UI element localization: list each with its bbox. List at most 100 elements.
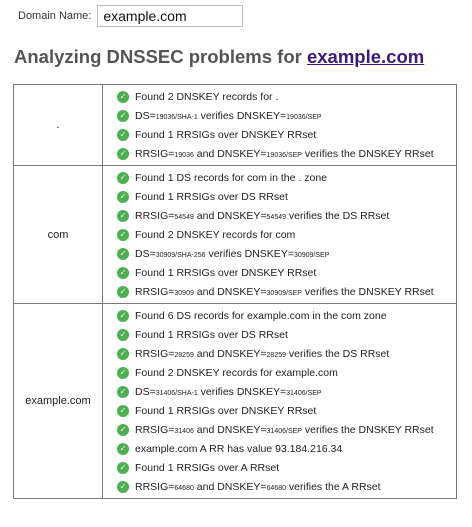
check-item: ✓ RRSIG=19036 and DNSKEY=19036/SEP verifi… xyxy=(117,144,456,163)
zone-name: com xyxy=(13,165,103,304)
zone-row: example.com ✓ Found 6 DS records for examp… xyxy=(13,303,457,499)
zone-row: . ✓ Found 2 DNSKEY records for . ✓ DS=19036/… xyxy=(13,84,457,166)
check-item: ✓ Found 2 DNSKEY records for example.com xyxy=(117,363,456,382)
check-circle-icon: ✓ xyxy=(117,228,129,241)
check-text-id: 30909/SHA-256 xyxy=(155,251,206,259)
check-text-part: and DNSKEY= xyxy=(193,209,267,222)
zone-checks: ✓ Found 1 DS records for com in the . zon… xyxy=(102,165,457,304)
check-text-id: 54549 xyxy=(266,213,286,221)
check-text-part: Found 2 DNSKEY records for example.com xyxy=(135,366,338,379)
check-text: Found 1 RRSIGs over DNSKEY RRset xyxy=(135,129,316,141)
check-text-id: 19036 xyxy=(174,151,194,159)
check-item: ✓ Found 1 RRSIGs over DNSKEY RRset xyxy=(117,401,456,420)
check-text-part: DS= xyxy=(135,385,156,398)
check-circle-icon: ✓ xyxy=(117,328,129,341)
check-text-part: and DNSKEY= xyxy=(193,480,267,493)
zone-checks: ✓ Found 6 DS records for example.com in t… xyxy=(102,303,457,499)
check-text: RRSIG=64680 and DNSKEY=64680 verifies th… xyxy=(135,481,381,493)
dnssec-results-table: . ✓ Found 2 DNSKEY records for . ✓ DS=19036/… xyxy=(13,84,457,499)
check-item: ✓ DS=31406/SHA-1 verifies DNSKEY=31406/SE… xyxy=(117,382,456,401)
check-text: DS=19036/SHA-1 verifies DNSKEY=19036/SEP xyxy=(135,110,322,122)
check-item: ✓ Found 2 DNSKEY records for . xyxy=(117,87,456,106)
check-circle-icon: ✓ xyxy=(117,109,129,122)
check-text-part: verifies the DS RRset xyxy=(286,209,390,222)
check-circle-icon: ✓ xyxy=(117,461,129,474)
check-item: ✓ Found 1 RRSIGs over DS RRset xyxy=(117,187,456,206)
check-text-part: verifies the DNSKEY RRset xyxy=(301,147,434,160)
check-text-part: example.com A RR has value 93.184.216.34 xyxy=(135,442,343,455)
check-circle-icon: ✓ xyxy=(117,266,129,279)
check-text-part: DS= xyxy=(135,247,156,260)
check-list: ✓ Found 2 DNSKEY records for . ✓ DS=19036/S… xyxy=(103,87,456,163)
check-text-id: 31406/SEP xyxy=(286,389,322,397)
check-list: ✓ Found 1 DS records for com in the . zon… xyxy=(103,168,456,301)
check-text-part: Found 1 RRSIGs over DNSKEY RRset xyxy=(135,404,317,417)
check-circle-icon: ✓ xyxy=(117,171,129,184)
dnssec-results-body: . ✓ Found 2 DNSKEY records for . ✓ DS=19036/… xyxy=(13,84,457,499)
check-text-part: Found 1 DS records for com in the . zone xyxy=(135,171,328,184)
check-text: Found 2 DNSKEY records for . xyxy=(135,91,278,103)
check-text-part: verifies the DS RRset xyxy=(286,347,390,360)
check-text: RRSIG=54549 and DNSKEY=54549 verifies th… xyxy=(135,210,389,222)
check-circle-icon: ✓ xyxy=(117,247,129,260)
check-text-part: DS= xyxy=(135,109,156,122)
check-circle-icon: ✓ xyxy=(117,128,129,141)
check-item: ✓ Found 1 RRSIGs over DS RRset xyxy=(117,325,456,344)
check-text-id: 30909/SEP xyxy=(266,289,302,297)
check-text-id: 19036/SHA-1 xyxy=(155,113,198,121)
page-title: Analyzing DNSSEC problems for example.co… xyxy=(14,46,424,68)
check-text-part: Found 1 RRSIGs over A RRset xyxy=(135,461,280,474)
check-text-part: RRSIG= xyxy=(135,147,175,160)
check-circle-icon: ✓ xyxy=(117,404,129,417)
check-item: ✓ Found 1 DS records for com in the . zon… xyxy=(117,168,456,187)
check-text: DS=31406/SHA-1 verifies DNSKEY=31406/SEP xyxy=(135,386,322,398)
check-text-part: verifies the A RRset xyxy=(286,480,381,493)
zone-name: . xyxy=(13,84,103,166)
check-circle-icon: ✓ xyxy=(117,385,129,398)
check-text-part: RRSIG= xyxy=(135,480,175,493)
check-circle-icon: ✓ xyxy=(117,90,129,103)
check-text: Found 1 RRSIGs over DS RRset xyxy=(135,329,288,341)
zone-checks: ✓ Found 2 DNSKEY records for . ✓ DS=19036/S… xyxy=(102,84,457,166)
page-title-prefix: Analyzing DNSSEC problems for xyxy=(14,46,307,67)
check-text-id: 28259 xyxy=(174,351,194,359)
check-text-part: and DNSKEY= xyxy=(193,423,267,436)
check-item: ✓ RRSIG=30909 and DNSKEY=30909/SEP verifi… xyxy=(117,282,456,301)
check-text-id: 19036/SEP xyxy=(266,151,302,159)
domain-name-input[interactable] xyxy=(97,5,244,27)
check-text-part: Found 1 RRSIGs over DNSKEY RRset xyxy=(135,128,317,141)
check-item: ✓ Found 1 RRSIGs over DNSKEY RRset xyxy=(117,263,456,282)
check-circle-icon: ✓ xyxy=(117,442,129,455)
check-text: Found 1 RRSIGs over DS RRset xyxy=(135,191,288,203)
domain-link[interactable]: example.com xyxy=(307,46,424,67)
zone-row: com ✓ Found 1 DS records for com in the . … xyxy=(13,165,457,304)
check-text-id: 31406 xyxy=(174,427,194,435)
check-item: ✓ RRSIG=54549 and DNSKEY=54549 verifies t… xyxy=(117,206,456,225)
check-text-part: verifies DNSKEY= xyxy=(197,385,287,398)
check-item: ✓ RRSIG=64680 and DNSKEY=64680 verifies t… xyxy=(117,477,456,496)
check-text-id: 64680 xyxy=(266,484,286,492)
check-item: ✓ DS=19036/SHA-1 verifies DNSKEY=19036/SE… xyxy=(117,106,456,125)
check-text-part: verifies DNSKEY= xyxy=(197,109,287,122)
check-item: ✓ RRSIG=28259 and DNSKEY=28259 verifies t… xyxy=(117,344,456,363)
check-text: DS=30909/SHA-256 verifies DNSKEY=30909/S… xyxy=(135,248,329,260)
domain-name-label: Domain Name: xyxy=(18,10,92,22)
check-text: RRSIG=28259 and DNSKEY=28259 verifies th… xyxy=(135,348,389,360)
check-text-part: and DNSKEY= xyxy=(193,347,267,360)
check-text-part: verifies the DNSKEY RRset xyxy=(301,285,434,298)
check-circle-icon: ✓ xyxy=(117,147,129,160)
check-text: Found 2 DNSKEY records for example.com xyxy=(135,367,338,379)
check-text: Found 1 RRSIGs over DNSKEY RRset xyxy=(135,267,316,279)
check-text-part: Found 1 RRSIGs over DS RRset xyxy=(135,190,288,203)
check-circle-icon: ✓ xyxy=(117,309,129,322)
check-text-id: 19036/SEP xyxy=(286,113,322,121)
check-text-id: 31406/SEP xyxy=(266,427,302,435)
check-text: Found 6 DS records for example.com in th… xyxy=(135,310,387,322)
check-item: ✓ example.com A RR has value 93.184.216.3… xyxy=(117,439,456,458)
zone-name: example.com xyxy=(13,303,103,499)
check-text-part: Found 1 RRSIGs over DS RRset xyxy=(135,328,288,341)
check-text: Found 1 DS records for com in the . zone xyxy=(135,172,327,184)
check-text-part: Found 6 DS records for example.com in th… xyxy=(135,309,387,322)
check-circle-icon: ✓ xyxy=(117,480,129,493)
check-item: ✓ Found 2 DNSKEY records for com xyxy=(117,225,456,244)
